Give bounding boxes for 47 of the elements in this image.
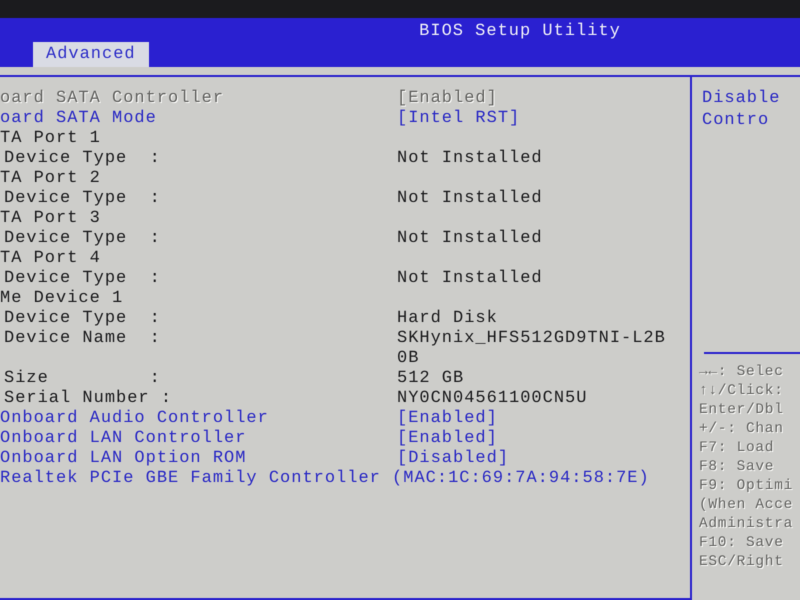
key-hint: Administra xyxy=(699,515,794,534)
setting-label[interactable]: Realtek PCIe GBE Family Controller (MAC:1C:69:7A:94:58:7E) xyxy=(0,469,650,489)
info-value: Hard Disk xyxy=(397,309,499,329)
key-hint: ESC/Right xyxy=(699,553,785,572)
info-label: Serial Number : xyxy=(4,389,174,409)
info-label: Device Type : xyxy=(4,189,162,209)
info-value: Not Installed xyxy=(397,149,544,169)
setting-label[interactable]: Onboard Audio Controller xyxy=(0,409,397,429)
info-label: Device Type : xyxy=(4,269,162,289)
info-label: Device Name : xyxy=(4,329,162,350)
key-hint: F10: Save xyxy=(699,534,785,553)
setting-value[interactable]: [Enabled] xyxy=(397,89,669,109)
setting-value[interactable]: [Disabled] xyxy=(397,449,669,469)
setting-value[interactable]: [Enabled] xyxy=(397,429,669,449)
section-heading: Me Device 1 xyxy=(0,289,124,309)
setting-label[interactable]: Onboard LAN Option ROM xyxy=(0,449,397,469)
info-label: Size : xyxy=(4,369,162,389)
info-label: Device Type : xyxy=(4,149,162,169)
key-hint: Enter/Dbl xyxy=(699,401,785,420)
setting-label[interactable]: oard SATA Controller xyxy=(0,89,397,109)
section-heading: TA Port 1 xyxy=(0,129,102,149)
key-hint: F8: Save xyxy=(699,458,776,477)
setting-value[interactable]: [Enabled] xyxy=(397,409,669,429)
info-value: Not Installed xyxy=(397,189,544,209)
key-hint: →←: Selec xyxy=(699,363,785,382)
info-value: 512 GB xyxy=(397,369,466,389)
tab[interactable]: Advanced xyxy=(33,42,149,67)
info-value: Not Installed xyxy=(397,269,544,289)
help-text: Contro xyxy=(702,110,770,132)
help-text: Disable xyxy=(702,88,782,110)
info-value: NY0CN04561100CN5U xyxy=(397,389,588,409)
info-value: SKHynix_HFS512GD9TNI-L2B0B xyxy=(397,329,667,369)
window-title: BIOS Setup Utility xyxy=(419,22,621,42)
key-hint: (When Acce xyxy=(699,496,794,515)
key-hint: +/-: Chan xyxy=(699,420,785,439)
section-heading: TA Port 4 xyxy=(0,249,102,269)
key-hint: F9: Optimi xyxy=(699,477,794,496)
setting-value[interactable]: [Intel RST] xyxy=(397,109,669,129)
setting-label[interactable]: oard SATA Mode xyxy=(0,109,397,129)
section-heading: TA Port 2 xyxy=(0,169,102,189)
info-label: Device Type : xyxy=(4,309,162,329)
key-hint: F7: Load xyxy=(699,439,776,458)
setting-label[interactable]: Onboard LAN Controller xyxy=(0,429,397,449)
section-heading: TA Port 3 xyxy=(0,209,102,229)
key-hint: ↑↓/Click: xyxy=(699,382,785,401)
info-label: Device Type : xyxy=(4,229,162,249)
info-value: Not Installed xyxy=(397,229,544,249)
